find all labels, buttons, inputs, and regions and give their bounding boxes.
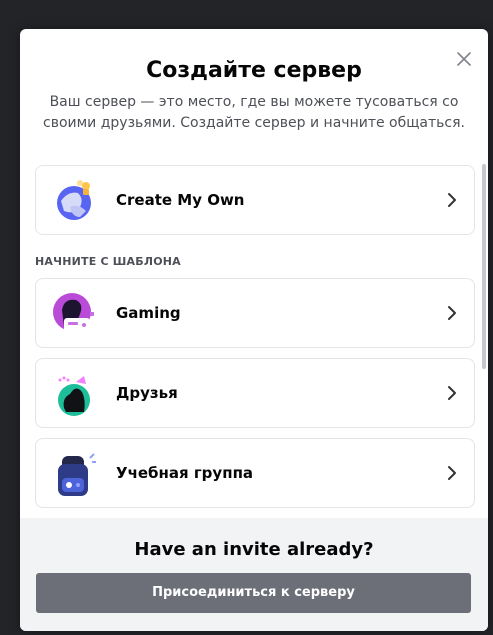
globe-icon	[50, 177, 98, 225]
create-my-own-label: Create My Own	[116, 191, 245, 209]
invite-heading: Have an invite already?	[134, 539, 374, 560]
template-friends-option[interactable]: Друзья	[35, 358, 475, 428]
template-study-group-label: Учебная группа	[116, 464, 254, 482]
template-friends-label: Друзья	[116, 384, 178, 402]
create-my-own-option[interactable]: Create My Own	[35, 165, 475, 235]
modal-footer: Have an invite already? Присоединиться к…	[20, 518, 488, 631]
chevron-right-icon	[446, 385, 458, 401]
templates-section-label: НАЧНИТЕ С ШАБЛОНА	[35, 255, 181, 268]
friends-icon	[50, 370, 98, 418]
options-list[interactable]: Create My Own НАЧНИТЕ С ШАБЛОНА Gaming Д…	[20, 157, 488, 517]
chevron-right-icon	[446, 192, 458, 208]
backpack-icon	[50, 450, 98, 498]
modal-title: Создайте сервер	[146, 58, 362, 83]
chevron-right-icon	[446, 305, 458, 321]
join-server-button[interactable]: Присоединиться к серверу	[36, 573, 471, 613]
scrollbar[interactable]	[482, 164, 486, 524]
template-gaming-label: Gaming	[116, 304, 181, 322]
create-server-modal: Создайте сервер Ваш сервер — это место, …	[20, 29, 488, 631]
chevron-right-icon	[446, 465, 458, 481]
template-gaming-option[interactable]: Gaming	[35, 278, 475, 348]
scrollbar-thumb[interactable]	[482, 164, 486, 369]
modal-subtitle: Ваш сервер — это место, где вы можете ту…	[43, 94, 465, 131]
gaming-icon	[50, 290, 98, 338]
template-study-group-option[interactable]: Учебная группа	[35, 438, 475, 508]
